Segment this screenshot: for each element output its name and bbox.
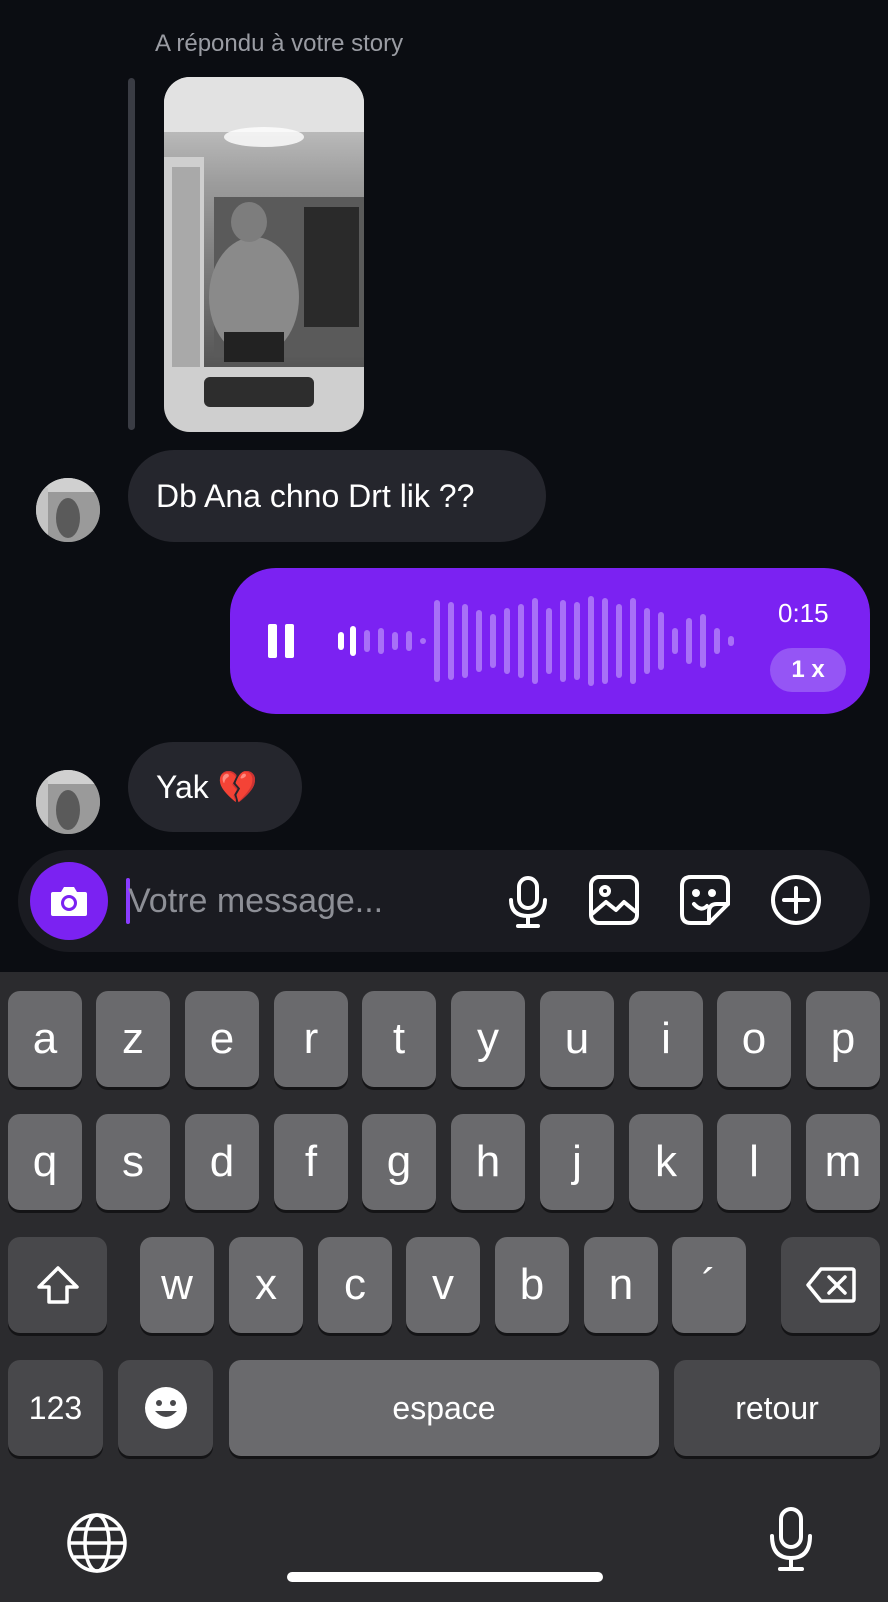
backspace-icon bbox=[805, 1267, 856, 1303]
key[interactable]: z bbox=[96, 991, 170, 1087]
key[interactable]: n bbox=[584, 1237, 658, 1333]
key[interactable]: u bbox=[540, 991, 614, 1087]
shift-key[interactable] bbox=[8, 1237, 107, 1333]
avatar[interactable] bbox=[36, 478, 100, 542]
key[interactable]: g bbox=[362, 1114, 436, 1210]
key[interactable]: i bbox=[629, 991, 703, 1087]
key[interactable]: t bbox=[362, 991, 436, 1087]
key[interactable]: j bbox=[540, 1114, 614, 1210]
key[interactable]: e bbox=[185, 991, 259, 1087]
key[interactable]: f bbox=[274, 1114, 348, 1210]
message-text: Yak 💔 bbox=[156, 769, 258, 805]
shift-icon bbox=[36, 1266, 79, 1304]
numbers-key[interactable]: 123 bbox=[8, 1360, 103, 1456]
message-input[interactable] bbox=[128, 878, 478, 924]
voice-message-bubble[interactable]: 0:15 1 x bbox=[230, 568, 870, 714]
quote-bar bbox=[128, 78, 135, 430]
dictation-icon[interactable] bbox=[768, 1506, 814, 1577]
key[interactable]: a bbox=[8, 991, 82, 1087]
key[interactable]: d bbox=[185, 1114, 259, 1210]
key[interactable]: v bbox=[406, 1237, 480, 1333]
key[interactable]: c bbox=[318, 1237, 392, 1333]
message-bubble[interactable]: Yak 💔 bbox=[128, 742, 302, 832]
space-key[interactable]: espace bbox=[229, 1360, 659, 1456]
story-thumbnail[interactable] bbox=[164, 77, 364, 432]
emoji-key[interactable] bbox=[118, 1360, 213, 1456]
story-reply-caption: A répondu à votre story bbox=[155, 30, 404, 57]
voice-duration: 0:15 bbox=[778, 598, 829, 628]
key[interactable]: h bbox=[451, 1114, 525, 1210]
key[interactable]: m bbox=[806, 1114, 880, 1210]
microphone-icon[interactable] bbox=[506, 876, 550, 933]
key[interactable]: b bbox=[495, 1237, 569, 1333]
camera-button[interactable] bbox=[30, 862, 108, 940]
key[interactable]: k bbox=[629, 1114, 703, 1210]
key[interactable]: y bbox=[451, 991, 525, 1087]
emoji-icon bbox=[144, 1387, 187, 1429]
waveform[interactable] bbox=[338, 568, 738, 714]
message-bubble[interactable]: Db Ana chno Drt lik ?? bbox=[128, 450, 546, 542]
key[interactable]: ´ bbox=[672, 1237, 746, 1333]
message-text: Db Ana chno Drt lik ?? bbox=[156, 477, 475, 514]
avatar[interactable] bbox=[36, 770, 100, 834]
add-icon[interactable] bbox=[770, 874, 822, 931]
return-key[interactable]: retour bbox=[674, 1360, 880, 1456]
delete-key[interactable] bbox=[781, 1237, 880, 1333]
gallery-icon[interactable] bbox=[588, 874, 640, 931]
key[interactable]: l bbox=[717, 1114, 791, 1210]
pause-icon[interactable] bbox=[268, 624, 296, 658]
key[interactable]: s bbox=[96, 1114, 170, 1210]
playback-speed-button[interactable]: 1 x bbox=[770, 648, 846, 692]
key[interactable]: o bbox=[717, 991, 791, 1087]
key[interactable]: r bbox=[274, 991, 348, 1087]
key[interactable]: w bbox=[140, 1237, 214, 1333]
globe-icon[interactable] bbox=[66, 1512, 128, 1579]
key[interactable]: q bbox=[8, 1114, 82, 1210]
sticker-icon[interactable] bbox=[679, 874, 731, 931]
camera-icon bbox=[51, 887, 87, 916]
key[interactable]: x bbox=[229, 1237, 303, 1333]
home-indicator[interactable] bbox=[287, 1572, 603, 1582]
key[interactable]: p bbox=[806, 991, 880, 1087]
